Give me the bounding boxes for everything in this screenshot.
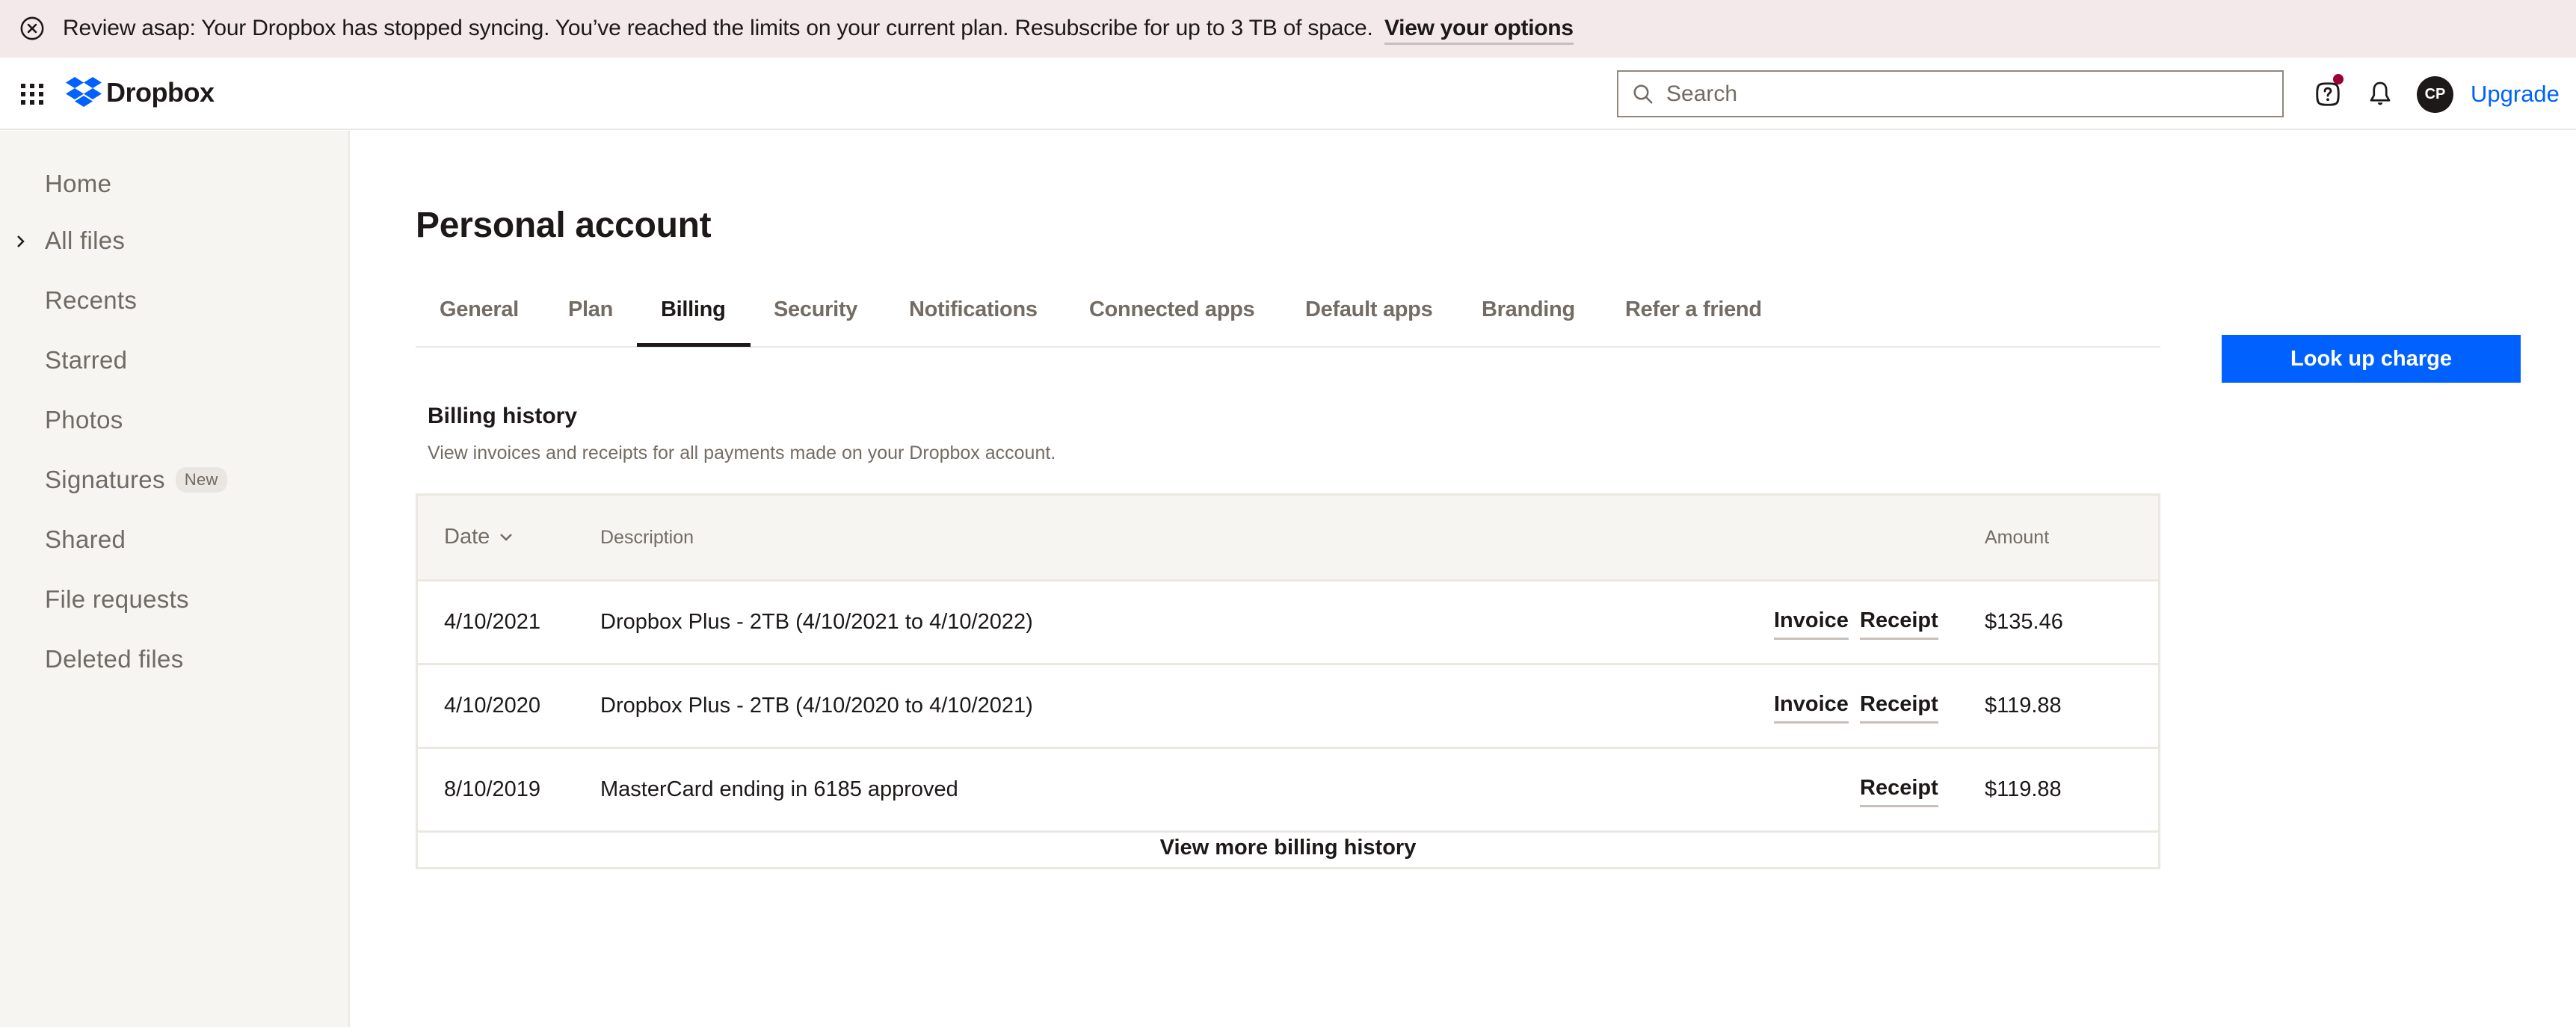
table-row: 4/10/2021 Dropbox Plus - 2TB (4/10/2021 …	[418, 582, 2158, 665]
row-amount: $135.46	[1985, 610, 2063, 634]
sidebar-item-label: Signatures	[45, 466, 165, 493]
sidebar-item-label: Recents	[45, 286, 138, 314]
user-avatar[interactable]: CP	[2417, 76, 2453, 113]
search-box[interactable]	[1617, 70, 2284, 117]
bell-icon[interactable]	[2367, 79, 2394, 109]
sidebar-item-signatures[interactable]: Signatures New	[45, 466, 227, 494]
billing-history-subtitle: View invoices and receipts for all payme…	[428, 442, 1056, 463]
sidebar-item-shared[interactable]: Shared	[45, 525, 126, 554]
sidebar-item-recents[interactable]: Recents	[45, 286, 137, 315]
view-options-link[interactable]: View your options	[1384, 16, 1574, 45]
row-amount: $119.88	[1985, 777, 2062, 801]
row-amount: $119.88	[1985, 694, 2062, 718]
row-date: 4/10/2021	[444, 610, 541, 634]
app-grid-icon[interactable]	[21, 84, 43, 105]
row-description: Dropbox Plus - 2TB (4/10/2021 to 4/10/20…	[600, 610, 1033, 634]
row-description: MasterCard ending in 6185 approved	[600, 777, 958, 801]
sidebar-item-label: Deleted files	[45, 645, 184, 673]
top-header: Dropbox CP Upgrade	[0, 58, 2576, 130]
billing-history-table: Date Description Amount 4/10/2021 Dropbo…	[416, 493, 2160, 869]
new-badge: New	[175, 467, 227, 493]
chevron-right-icon[interactable]	[13, 234, 28, 249]
tab-notifications[interactable]: Notifications	[909, 297, 1038, 322]
help-notification-dot	[2333, 74, 2344, 84]
tab-default-apps[interactable]: Default apps	[1305, 297, 1433, 322]
receipt-link[interactable]: Receipt	[1860, 692, 1938, 724]
view-more-billing-history-button[interactable]: View more billing history	[418, 830, 2158, 869]
dropbox-logo-icon	[66, 77, 102, 107]
account-tabs: General Plan Billing Security Notificati…	[416, 290, 2160, 348]
sidebar-item-home[interactable]: Home	[45, 170, 111, 198]
banner-message: Review asap: Your Dropbox has stopped sy…	[63, 16, 1373, 40]
row-date: 4/10/2020	[444, 694, 541, 718]
sidebar-item-all-files[interactable]: All files	[45, 226, 125, 255]
date-header-label: Date	[444, 525, 490, 549]
invoice-link[interactable]: Invoice	[1774, 692, 1849, 724]
sidebar: Home All files Recents Starred Photos Si…	[0, 131, 350, 1027]
description-column-header: Description	[600, 527, 694, 548]
tab-security[interactable]: Security	[774, 297, 857, 322]
sidebar-item-label: File requests	[45, 585, 189, 613]
row-date: 8/10/2019	[444, 777, 541, 801]
amount-column-header: Amount	[1985, 527, 2050, 548]
tab-billing[interactable]: Billing	[661, 297, 726, 322]
table-row: 8/10/2019 MasterCard ending in 6185 appr…	[418, 749, 2158, 833]
search-icon	[1633, 84, 1653, 104]
billing-history-title: Billing history	[428, 404, 578, 428]
sidebar-item-label: All files	[45, 226, 126, 254]
sidebar-item-label: Starred	[45, 346, 128, 374]
row-description: Dropbox Plus - 2TB (4/10/2020 to 4/10/20…	[600, 694, 1033, 718]
tab-general[interactable]: General	[440, 297, 519, 322]
search-input[interactable]	[1666, 72, 2264, 116]
logo-text: Dropbox	[106, 77, 215, 108]
sidebar-item-label: Photos	[45, 406, 123, 434]
chevron-down-icon	[500, 533, 513, 541]
sidebar-item-file-requests[interactable]: File requests	[45, 585, 189, 614]
tab-branding[interactable]: Branding	[1482, 297, 1575, 322]
close-circle-icon[interactable]	[19, 16, 45, 41]
sidebar-item-photos[interactable]: Photos	[45, 406, 123, 434]
tab-plan[interactable]: Plan	[568, 297, 613, 322]
receipt-link[interactable]: Receipt	[1860, 776, 1938, 807]
upgrade-link[interactable]: Upgrade	[2471, 81, 2560, 108]
tab-connected-apps[interactable]: Connected apps	[1089, 297, 1255, 322]
table-row: 4/10/2020 Dropbox Plus - 2TB (4/10/2020 …	[418, 665, 2158, 749]
active-tab-indicator	[637, 343, 751, 347]
sidebar-item-starred[interactable]: Starred	[45, 346, 127, 374]
date-column-header[interactable]: Date	[444, 525, 514, 549]
sync-warning-banner: Review asap: Your Dropbox has stopped sy…	[0, 0, 2576, 58]
sidebar-item-label: Shared	[45, 525, 126, 553]
tab-refer-a-friend[interactable]: Refer a friend	[1625, 297, 1762, 322]
sidebar-item-label: Home	[45, 170, 112, 197]
sidebar-item-deleted-files[interactable]: Deleted files	[45, 645, 184, 673]
table-header: Date Description Amount	[418, 496, 2158, 582]
invoice-link[interactable]: Invoice	[1774, 608, 1849, 640]
page-title: Personal account	[416, 206, 712, 245]
dropbox-logo[interactable]: Dropbox	[66, 77, 215, 108]
receipt-link[interactable]: Receipt	[1860, 608, 1938, 640]
look-up-charge-button[interactable]: Look up charge	[2222, 335, 2521, 383]
